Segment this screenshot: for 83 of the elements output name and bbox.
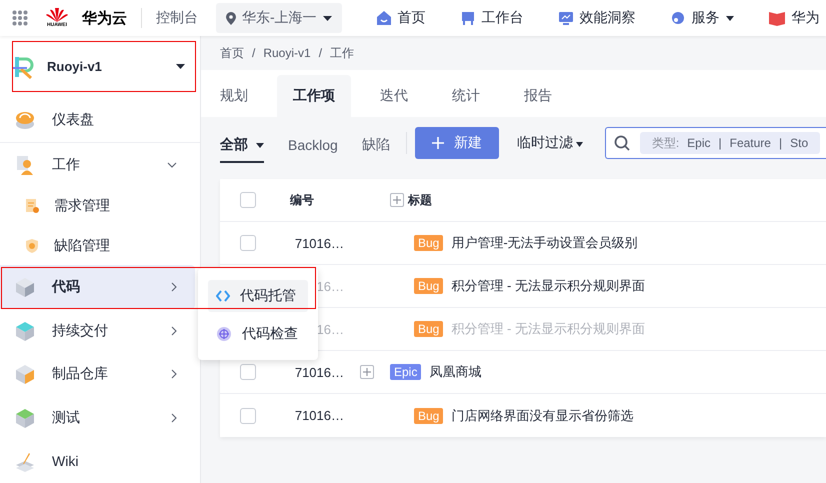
- box-icon: [14, 276, 36, 298]
- row-checkbox[interactable]: [240, 364, 256, 380]
- column-header: 编号: [290, 192, 315, 208]
- sidebar-item[interactable]: 持续交付: [0, 308, 195, 352]
- brand-name: 华为云: [82, 8, 127, 28]
- item-title[interactable]: 用户管理-无法手动设置会员级别: [451, 234, 638, 252]
- nav-link[interactable]: 首页: [376, 9, 426, 27]
- type-filter-tag[interactable]: 类型: Epic | Feature | Sto: [640, 132, 820, 154]
- nav-link[interactable]: 效能洞察: [558, 9, 636, 27]
- document-icon: [24, 198, 40, 214]
- project-selector[interactable]: Ruoyi-v1: [12, 41, 196, 92]
- type-tag: Bug: [414, 235, 444, 251]
- sidebar-subitem[interactable]: 缺陷管理: [0, 226, 195, 266]
- box-icon: [14, 406, 36, 429]
- expand-all-button[interactable]: [390, 193, 404, 207]
- breadcrumb-link[interactable]: 工作: [330, 44, 354, 62]
- item-title[interactable]: 门店网络界面没有显示省份筛选: [451, 406, 634, 424]
- caret-icon: [322, 16, 332, 20]
- box-icon: [14, 320, 36, 342]
- location-pin-icon: [226, 12, 236, 24]
- book-icon: [768, 10, 786, 26]
- breadcrumb-separator: /: [252, 46, 256, 60]
- sidebar-item[interactable]: 代码: [0, 265, 195, 309]
- item-title[interactable]: 凤凰商城: [429, 363, 482, 381]
- home-icon: [376, 10, 392, 26]
- sidebar-item[interactable]: 测试: [0, 396, 195, 440]
- flower-logo-icon: [46, 8, 68, 22]
- id-cell-text: 71016…: [294, 236, 344, 250]
- region-select[interactable]: 华东-上海一: [216, 3, 342, 33]
- id-cell-text: 71016…: [294, 364, 344, 380]
- shield-icon: [24, 238, 40, 254]
- pencil-icon: [14, 450, 36, 472]
- submenu-item[interactable]: 代码检查: [208, 318, 308, 350]
- breadcrumb-separator: /: [318, 46, 322, 60]
- plus-icon: [363, 368, 371, 376]
- nav-link[interactable]: 工作台: [460, 9, 524, 27]
- search-icon: [614, 135, 630, 151]
- type-tag: Bug: [414, 278, 444, 294]
- filter-tab[interactable]: 全部: [220, 131, 264, 163]
- nav-link[interactable]: 服务: [670, 9, 734, 27]
- code-icon: [216, 290, 230, 302]
- type-tag: Epic: [390, 364, 422, 380]
- tab[interactable]: 工作项: [277, 75, 351, 117]
- caret-icon: [176, 64, 185, 70]
- sidebar-item[interactable]: 仪表盘: [0, 98, 195, 142]
- item-title[interactable]: 积分管理 - 无法显示积分规则界面: [451, 277, 645, 295]
- search-field[interactable]: 类型: Epic | Feature | Sto: [604, 127, 826, 159]
- breadcrumb-link[interactable]: Ruoyi-v1: [263, 46, 311, 60]
- sidebar-subitem[interactable]: 需求管理: [0, 186, 195, 226]
- plus-icon: [432, 137, 444, 149]
- filter-tab[interactable]: 缺陷: [362, 131, 390, 163]
- app-grid-icon[interactable]: [12, 10, 28, 26]
- sidebar-item[interactable]: 制品仓库: [0, 352, 195, 396]
- type-tag: Bug: [414, 408, 444, 424]
- gauge-icon: [14, 109, 36, 132]
- box-icon: [14, 363, 36, 386]
- select-all-checkbox[interactable]: [240, 192, 256, 208]
- tab[interactable]: 迭代: [380, 75, 408, 117]
- person-icon: [14, 154, 36, 176]
- row-checkbox[interactable]: [240, 235, 256, 251]
- breadcrumb-link[interactable]: 首页: [220, 44, 244, 62]
- column-header: 标题: [408, 192, 432, 208]
- tab[interactable]: 统计: [452, 75, 480, 117]
- console-link[interactable]: 控制台: [156, 9, 198, 27]
- id-cell-text: 71016…: [294, 408, 344, 423]
- new-button[interactable]: 新建: [414, 127, 499, 159]
- plus-icon: [393, 196, 401, 204]
- desk-icon: [460, 10, 476, 26]
- row-checkbox[interactable]: [240, 408, 256, 424]
- filter-tab[interactable]: Backlog: [288, 131, 338, 163]
- id-cell-text: 16…: [316, 278, 344, 294]
- tab[interactable]: 规划: [220, 75, 248, 117]
- target-icon: [216, 326, 232, 342]
- sidebar-item[interactable]: Wiki: [0, 439, 195, 483]
- submenu-item[interactable]: 代码托管: [208, 280, 308, 312]
- nav-link[interactable]: 华为: [768, 9, 820, 27]
- sidebar-item[interactable]: 工作: [0, 142, 195, 186]
- expand-button[interactable]: [360, 365, 374, 379]
- temp-filter-button[interactable]: 临时过滤: [508, 134, 591, 152]
- id-cell-text: 16…: [316, 322, 344, 336]
- type-tag: Bug: [414, 321, 444, 337]
- monitor-icon: [558, 10, 574, 26]
- tab[interactable]: 报告: [524, 75, 552, 117]
